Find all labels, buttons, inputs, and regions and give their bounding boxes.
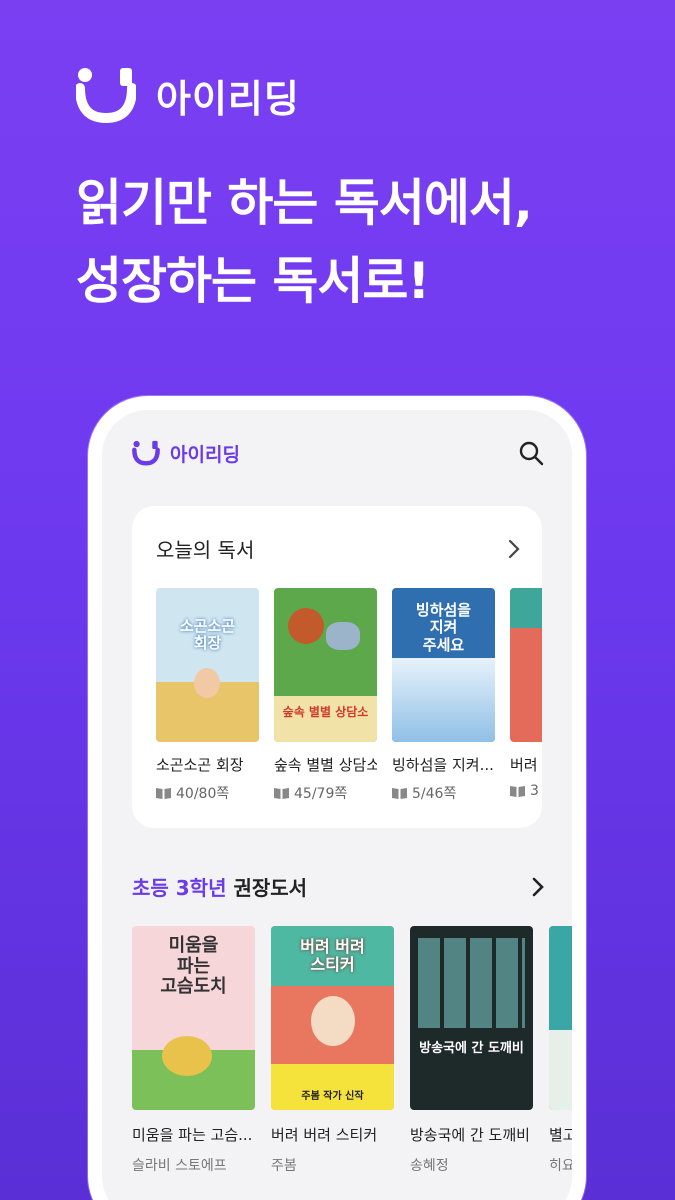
today-reading-title: 오늘의 독서: [156, 538, 255, 562]
chevron-right-icon[interactable]: [530, 877, 546, 897]
book-cover: [510, 588, 542, 742]
book-title: 숲속 별별 상담소: [274, 756, 377, 774]
book-title: 미움을 파는 고슴...: [132, 1126, 253, 1144]
book-progress: 40/80쪽: [156, 783, 259, 803]
chevron-right-icon[interactable]: [506, 539, 522, 559]
recommend-book[interactable]: 버려 버려 스티커 주봄 작가 신작 버려 버려 스티커 주봄: [271, 926, 394, 1175]
book-cover: 소곤소곤 회장: [156, 588, 259, 742]
brand-header: 아이리딩: [76, 66, 300, 124]
book-open-icon: [392, 788, 407, 799]
recommend-book-list: 미움을 파는 고슴도치 미움을 파는 고슴... 슬라비 스토에프 버려 버려 …: [132, 926, 572, 1175]
cover-title: 버려 버려 스티커: [300, 937, 365, 975]
recommend-title: 초등 3학년 권장도서: [132, 872, 307, 901]
book-progress: 3: [510, 783, 542, 799]
book-author: 송혜정: [410, 1158, 449, 1174]
recommend-book[interactable]: 방송국에 간 도깨비 방송국에 간 도깨비 송혜정: [410, 926, 533, 1175]
book-pages: 5/46쪽: [412, 786, 457, 802]
book-title: 버려: [510, 756, 538, 774]
phone-mockup: 아이리딩 오늘의 독서 소곤소곤 회장 소곤소곤 회장 40/80쪽 숲속 별별…: [88, 396, 586, 1200]
book-author: 주봄: [271, 1158, 297, 1174]
headline-line-2: 성장하는 독서로!: [76, 252, 430, 310]
search-icon: [519, 441, 544, 466]
today-book[interactable]: 버려 3: [510, 588, 542, 803]
today-book[interactable]: 숲속 별별 상담소 숲속 별별 상담소 45/79쪽: [274, 588, 377, 803]
book-cover: [549, 926, 572, 1110]
book-title: 버려 버려 스티커: [271, 1126, 378, 1144]
today-book-list: 소곤소곤 회장 소곤소곤 회장 40/80쪽 숲속 별별 상담소 숲속 별별 상…: [156, 588, 542, 803]
headline-line-1: 읽기만 하는 독서에서,: [76, 174, 533, 232]
book-open-icon: [274, 788, 289, 799]
headline: 읽기만 하는 독서에서, 성장하는 독서로!: [76, 164, 533, 320]
cover-banner: 주봄 작가 신작: [301, 1091, 364, 1102]
book-cover: 버려 버려 스티커 주봄 작가 신작: [271, 926, 394, 1110]
book-author: 슬라비 스토에프: [132, 1158, 227, 1174]
cover-title: 소곤소곤 회장: [179, 617, 236, 653]
cover-title: 미움을 파는 고슴도치: [160, 935, 227, 998]
cover-title: 숲속 별별 상담소: [282, 705, 369, 719]
cover-title: 빙하섬을 지켜 주세요: [415, 601, 472, 654]
book-cover: 숲속 별별 상담소: [274, 588, 377, 742]
book-pages: 45/79쪽: [294, 786, 348, 802]
today-book[interactable]: 소곤소곤 회장 소곤소곤 회장 40/80쪽: [156, 588, 259, 803]
app-name: 아이리딩: [170, 443, 240, 466]
app-logo-icon: [132, 440, 160, 466]
book-title: 소곤소곤 회장: [156, 756, 244, 774]
today-reading-card: 오늘의 독서 소곤소곤 회장 소곤소곤 회장 40/80쪽 숲속 별별 상담소 …: [132, 506, 542, 828]
book-pages: 3: [530, 783, 539, 799]
recommend-label: 권장도서: [233, 876, 308, 900]
cover-title: 방송국에 간 도깨비: [419, 1041, 524, 1056]
app-bar: 아이리딩: [102, 410, 572, 496]
book-title: 방송국에 간 도깨비: [410, 1126, 530, 1144]
book-progress: 45/79쪽: [274, 783, 377, 803]
book-pages: 40/80쪽: [176, 786, 230, 802]
book-open-icon: [156, 788, 171, 799]
today-book[interactable]: 빙하섬을 지켜 주세요 빙하섬을 지켜... 5/46쪽: [392, 588, 495, 803]
book-cover: 미움을 파는 고슴도치: [132, 926, 255, 1110]
book-open-icon: [510, 786, 525, 797]
book-progress: 5/46쪽: [392, 783, 495, 803]
today-reading-header[interactable]: 오늘의 독서: [156, 534, 522, 563]
book-title: 별고: [549, 1126, 572, 1144]
recommend-book[interactable]: 미움을 파는 고슴도치 미움을 파는 고슴... 슬라비 스토에프: [132, 926, 255, 1175]
smile-logo-icon: [76, 68, 136, 124]
recommend-grade: 초등 3학년: [132, 876, 227, 900]
brand-name: 아이리딩: [156, 76, 300, 121]
search-button[interactable]: [516, 438, 546, 468]
app-brand[interactable]: 아이리딩: [132, 440, 240, 467]
recommend-header[interactable]: 초등 3학년 권장도서: [132, 872, 546, 901]
book-title: 빙하섬을 지켜...: [392, 756, 494, 774]
app-screen: 아이리딩 오늘의 독서 소곤소곤 회장 소곤소곤 회장 40/80쪽 숲속 별별…: [102, 410, 572, 1200]
book-author: 히요: [549, 1158, 572, 1174]
recommend-book[interactable]: 별고 히요: [549, 926, 572, 1175]
book-cover: 방송국에 간 도깨비: [410, 926, 533, 1110]
book-cover: 빙하섬을 지켜 주세요: [392, 588, 495, 742]
